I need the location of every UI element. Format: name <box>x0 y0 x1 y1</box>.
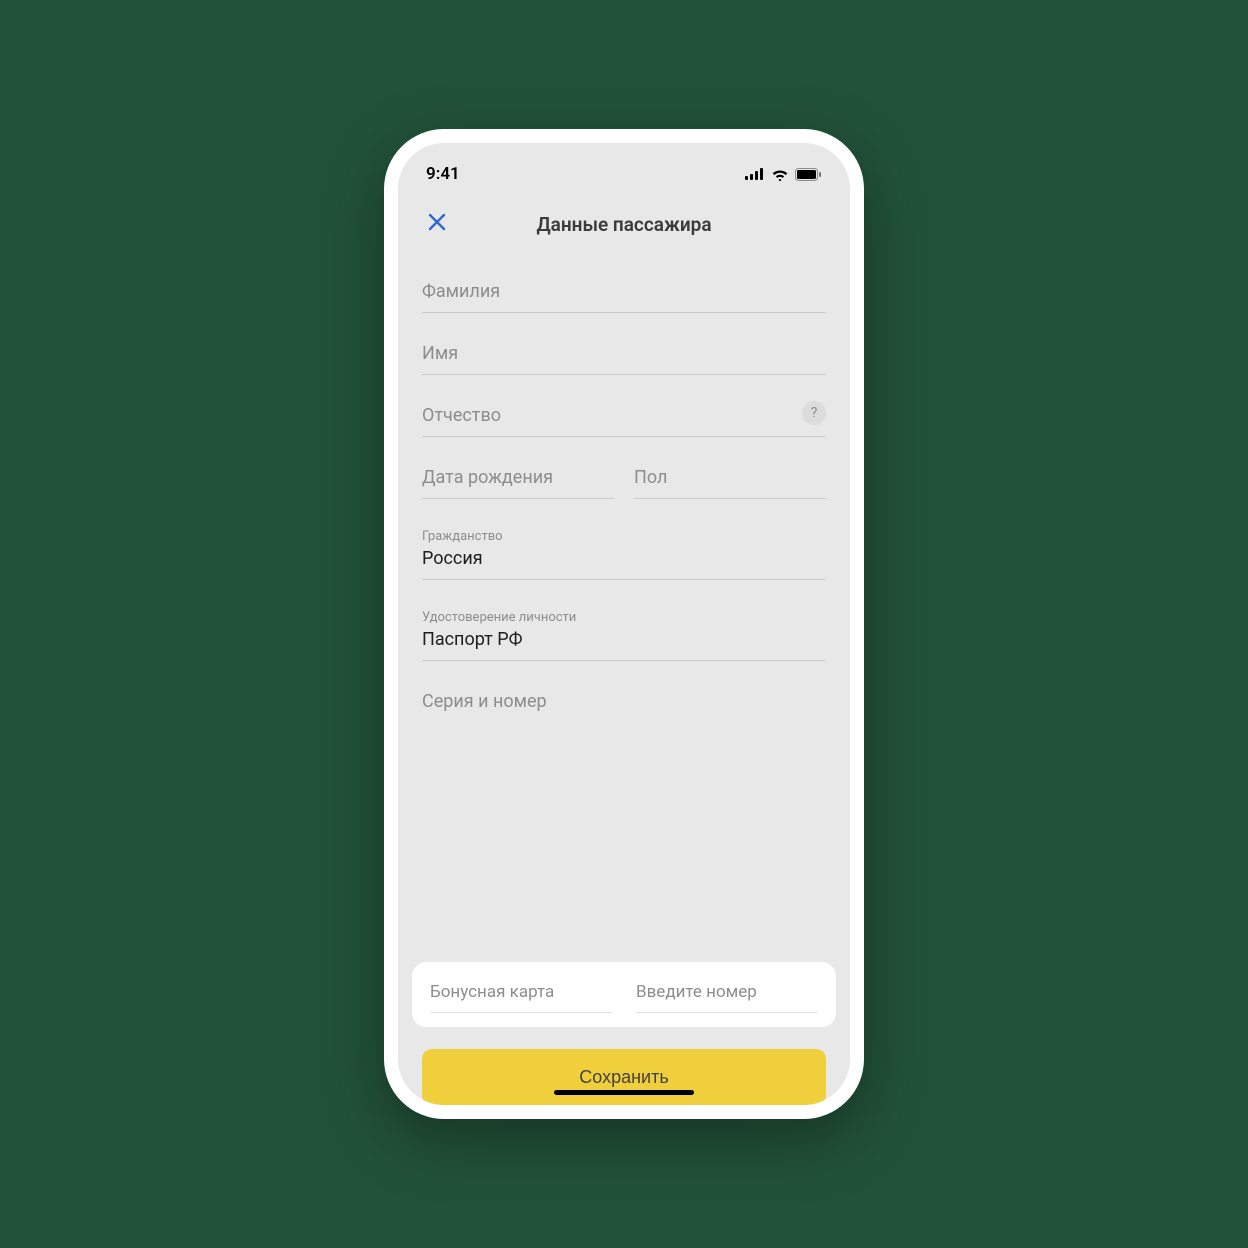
citizenship-value: Россия <box>422 548 483 569</box>
surname-placeholder: Фамилия <box>422 281 500 302</box>
patronymic-placeholder: Отчество <box>422 405 501 426</box>
citizenship-field[interactable]: Гражданство Россия <box>422 511 826 580</box>
close-button[interactable] <box>422 208 452 240</box>
citizenship-label: Гражданство <box>422 529 826 544</box>
name-placeholder: Имя <box>422 343 458 364</box>
bonus-number-placeholder: Введите номер <box>636 982 757 1002</box>
gender-field[interactable]: Пол <box>634 449 826 499</box>
birthdate-placeholder: Дата рождения <box>422 467 553 488</box>
identity-document-label: Удостоверение личности <box>422 610 826 625</box>
cellular-signal-icon <box>745 168 765 180</box>
status-icons <box>745 168 822 181</box>
series-number-field[interactable]: Серия и номер <box>422 673 826 722</box>
patronymic-field[interactable]: Отчество ? <box>422 387 826 437</box>
passenger-form: Фамилия Имя Отчество ? Дата рождения Пол… <box>398 251 850 954</box>
status-bar: 9:41 <box>398 151 850 197</box>
phone-frame: 9:41 Данные пассажира <box>384 129 864 1119</box>
status-time: 9:41 <box>426 164 460 184</box>
gender-placeholder: Пол <box>634 467 667 488</box>
wifi-icon <box>771 168 789 181</box>
help-icon[interactable]: ? <box>802 401 826 425</box>
phone-screen: 9:41 Данные пассажира <box>398 143 850 1105</box>
close-icon <box>428 210 446 237</box>
bonus-number-field[interactable]: Введите номер <box>636 976 818 1013</box>
bonus-card-field[interactable]: Бонусная карта <box>430 976 612 1013</box>
battery-icon <box>795 168 822 181</box>
name-field[interactable]: Имя <box>422 325 826 375</box>
nav-header: Данные пассажира <box>398 197 850 251</box>
page-title: Данные пассажира <box>398 213 850 236</box>
bonus-card-panel: Бонусная карта Введите номер <box>412 962 836 1027</box>
bonus-card-placeholder: Бонусная карта <box>430 982 554 1002</box>
save-button[interactable]: Сохранить <box>422 1049 826 1105</box>
home-indicator <box>554 1090 694 1095</box>
identity-document-value: Паспорт РФ <box>422 629 523 650</box>
series-number-placeholder: Серия и номер <box>422 691 547 712</box>
birthdate-field[interactable]: Дата рождения <box>422 449 614 499</box>
surname-field[interactable]: Фамилия <box>422 263 826 313</box>
identity-document-field[interactable]: Удостоверение личности Паспорт РФ <box>422 592 826 661</box>
birthdate-gender-row: Дата рождения Пол <box>422 449 826 511</box>
